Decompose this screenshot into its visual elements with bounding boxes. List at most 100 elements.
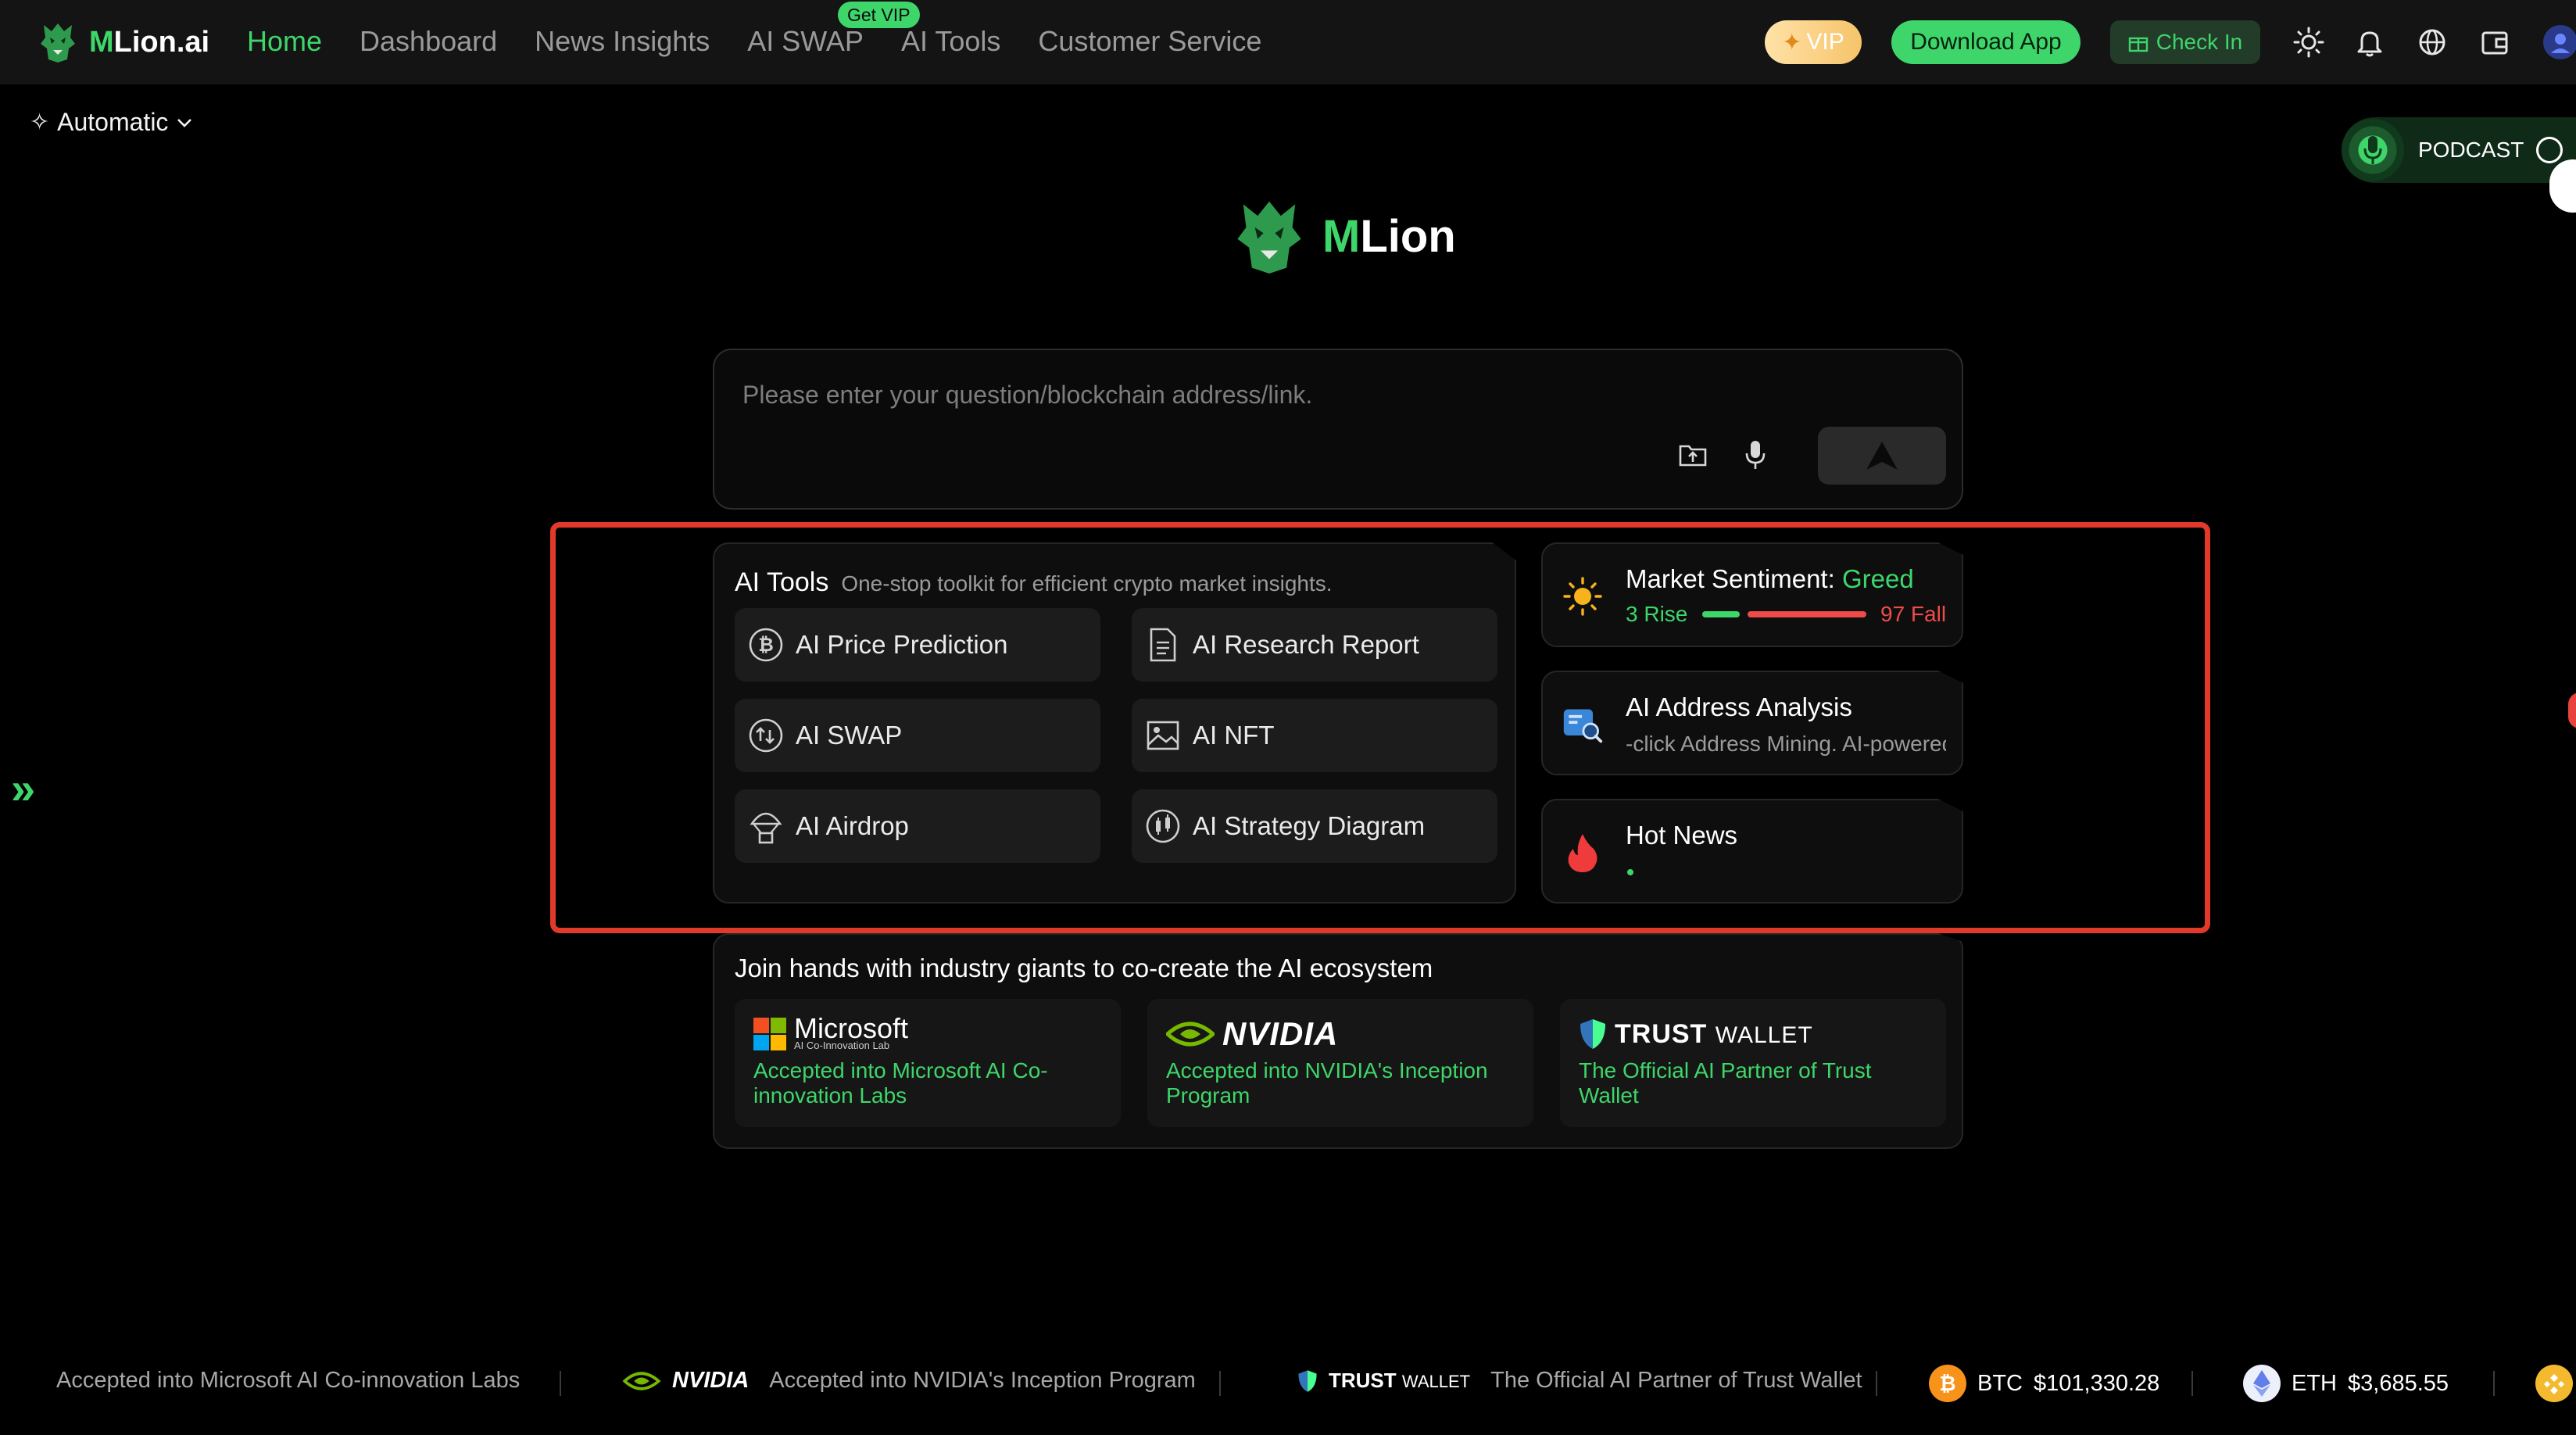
rise-count: 3 Rise	[1626, 602, 1688, 626]
trust-shield-icon	[1298, 1369, 1317, 1392]
address-search-icon	[1562, 703, 1604, 746]
user-avatar-icon[interactable]	[2538, 23, 2576, 61]
brand-logo[interactable]: MLion.ai	[38, 17, 209, 67]
ai-tools-title: AI Tools	[735, 567, 829, 597]
tool-ai-airdrop[interactable]: AI Airdrop	[735, 789, 1100, 863]
chevron-down-icon	[177, 118, 192, 127]
bottom-ticker: Accepted into Microsoft AI Co-innovation…	[0, 1357, 2576, 1410]
download-app-button[interactable]: Download App	[1891, 20, 2080, 64]
sentiment-value: Greed	[1841, 564, 1914, 593]
ethereum-icon	[2243, 1365, 2281, 1402]
swap-icon	[747, 717, 785, 754]
nav-home[interactable]: Home	[247, 25, 322, 58]
podcast-widget[interactable]: PODCAST	[2342, 117, 2576, 183]
rise-fall-bar	[1702, 611, 1866, 617]
theme-toggle-icon[interactable]	[2293, 27, 2324, 58]
ticker-coin-btc[interactable]: ₿ BTC $101,330.28	[1929, 1365, 2159, 1402]
market-sentiment-card[interactable]: Market Sentiment: Greed 3 Rise 97 Fall	[1541, 542, 1963, 647]
ticker-item-microsoft[interactable]: Accepted into Microsoft AI Co-innovation…	[56, 1368, 520, 1394]
image-icon	[1144, 717, 1182, 754]
ask-box	[713, 349, 1963, 510]
ticker-divider	[1219, 1371, 1221, 1396]
sparkle-icon: ✦	[1782, 29, 1802, 55]
mode-selector[interactable]: ✧ Automatic	[30, 108, 193, 137]
top-nav: MLion.ai Home Dashboard News Insights AI…	[0, 0, 2576, 84]
nav-ai-tools[interactable]: AI Tools	[901, 25, 1000, 58]
ticker-item-nvidia[interactable]: NVIDIA Accepted into NVIDIA's Inception …	[622, 1368, 1196, 1394]
fire-icon	[1562, 832, 1604, 874]
tool-ai-nft[interactable]: AI NFT	[1132, 699, 1497, 772]
market-sentiment-title: Market Sentiment: Greed	[1626, 564, 1914, 593]
partners-title: Join hands with industry giants to co-cr…	[735, 954, 1433, 982]
microphone-icon	[2342, 119, 2404, 181]
microsoft-logo: Microsoft AI Co-Innovation Lab	[753, 1015, 908, 1052]
ticker-divider	[2191, 1371, 2193, 1396]
ticker-divider	[560, 1371, 561, 1396]
vip-button[interactable]: ✦ VIP	[1765, 20, 1862, 64]
partner-description: The Official AI Partner of Trust Wallet	[1579, 1058, 1872, 1108]
partner-microsoft[interactable]: Microsoft AI Co-Innovation Lab Accepted i…	[735, 999, 1121, 1127]
sun-icon	[1562, 575, 1604, 617]
partner-description: Accepted into Microsoft AI Co-innovation…	[753, 1058, 1048, 1108]
nav-news-insights[interactable]: News Insights	[535, 25, 710, 58]
ai-tools-header: AI Tools One-stop toolkit for efficient …	[735, 567, 1333, 598]
sparkle-outline-icon: ✧	[30, 109, 50, 135]
send-arrow-icon	[1866, 442, 1898, 470]
coin-icon[interactable]	[2535, 1365, 2573, 1402]
gift-icon	[2128, 37, 2148, 52]
hot-news-card[interactable]: Hot News	[1541, 799, 1963, 904]
question-input[interactable]	[742, 375, 1915, 414]
nvidia-eye-icon	[1166, 1022, 1215, 1047]
tool-ai-swap[interactable]: AI SWAP	[735, 699, 1100, 772]
nav-dashboard[interactable]: Dashboard	[360, 25, 497, 58]
partner-trust-wallet[interactable]: TRUST WALLET The Official AI Partner of …	[1560, 999, 1946, 1127]
ticker-coin-eth[interactable]: ETH $3,685.55	[2243, 1365, 2449, 1402]
lion-logo-icon	[41, 23, 75, 63]
nvidia-eye-icon	[622, 1371, 661, 1390]
ticker-item-trust-wallet[interactable]: TRUST WALLET The Official AI Partner of …	[1297, 1368, 1862, 1394]
svg-text:₿: ₿	[758, 634, 774, 656]
microsoft-windows-icon	[753, 1018, 786, 1050]
ai-address-analysis-subtitle: -click Address Mining. AI-powered	[1626, 732, 1946, 756]
lion-logo-icon	[1237, 201, 1301, 274]
rise-bar	[1702, 611, 1740, 617]
ticker-divider	[1876, 1371, 1877, 1396]
partner-description: Accepted into NVIDIA's Inception Program	[1166, 1058, 1488, 1108]
right-edge-handle[interactable]	[2568, 692, 2576, 728]
bitcoin-icon: ₿	[1929, 1365, 1966, 1402]
tool-ai-strategy-diagram[interactable]: AI Strategy Diagram	[1132, 789, 1497, 863]
brand-name: MLion.ai	[89, 25, 210, 59]
ai-address-analysis-title: AI Address Analysis	[1626, 692, 1852, 721]
strategy-icon	[1144, 807, 1182, 845]
ticker-divider	[2493, 1371, 2495, 1396]
fall-bar	[1748, 611, 1866, 617]
nav-customer-service[interactable]: Customer Service	[1038, 25, 1261, 58]
send-button[interactable]	[1818, 427, 1946, 485]
partner-nvidia[interactable]: NVIDIA Accepted into NVIDIA's Inception …	[1147, 999, 1533, 1127]
hero-logo: MLion	[1232, 195, 1456, 277]
main-nav: Home Dashboard News Insights AI SWAP AI …	[247, 22, 1299, 61]
wallet-icon[interactable]	[2479, 27, 2510, 58]
ai-tools-card: AI Tools One-stop toolkit for efficient …	[713, 542, 1516, 904]
upload-folder-icon[interactable]	[1676, 438, 1710, 472]
live-indicator	[1627, 869, 1633, 875]
fall-count: 97 Fall	[1880, 602, 1947, 626]
ai-address-analysis-card[interactable]: AI Address Analysis -click Address Minin…	[1541, 671, 1963, 775]
bitcoin-icon: ₿	[747, 626, 785, 664]
tool-ai-price-prediction[interactable]: ₿ AI Price Prediction	[735, 608, 1100, 682]
parachute-icon	[747, 807, 785, 845]
tool-ai-research-report[interactable]: AI Research Report	[1132, 608, 1497, 682]
partners-card: Join hands with industry giants to co-cr…	[713, 933, 1963, 1149]
hot-news-title: Hot News	[1626, 821, 1738, 850]
nav-ai-swap[interactable]: AI SWAP	[747, 25, 864, 58]
trust-wallet-logo: TRUST WALLET	[1579, 1016, 1813, 1052]
notification-bell-icon[interactable]	[2354, 27, 2385, 58]
ai-tools-subtitle: One-stop toolkit for efficient crypto ma…	[841, 571, 1333, 596]
voice-input-icon[interactable]	[1738, 438, 1773, 472]
get-vip-badge[interactable]: Get VIP	[838, 2, 920, 28]
globe-language-icon[interactable]	[2417, 27, 2448, 58]
sidebar-expand-icon[interactable]: »	[11, 763, 35, 814]
play-icon[interactable]	[2536, 137, 2563, 163]
check-in-button[interactable]: Check In	[2110, 20, 2260, 64]
hero-brand-name: MLion	[1322, 210, 1456, 262]
